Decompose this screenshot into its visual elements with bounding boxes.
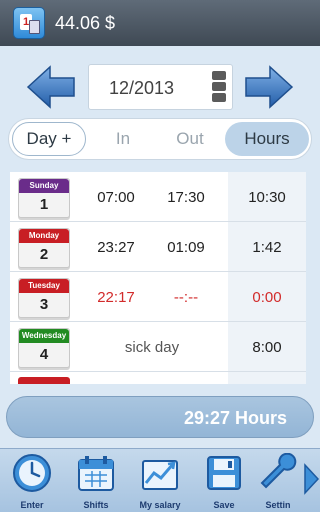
table-row[interactable]: Sunday 1 07:00 17:30 10:30 [10, 172, 306, 222]
settings-button[interactable]: Settin [256, 453, 300, 512]
hours-worked: 0:00 [252, 289, 282, 306]
day-name: Wednesday [19, 329, 69, 343]
day-name: Monday [19, 229, 69, 243]
day-number: 2 [39, 246, 49, 263]
day-badge: Wednesday 4 [18, 328, 70, 368]
tab-in[interactable]: In [89, 122, 157, 156]
app-icon: 1 [13, 7, 45, 39]
time-out: 01:09 [167, 239, 205, 256]
column-tabs: Day + In Out Hours [8, 118, 312, 160]
time-out: --:-- [173, 289, 199, 306]
enter-button[interactable]: Enter [2, 453, 62, 512]
shift-note: sick day [124, 339, 180, 356]
day-name: Tuesday [19, 279, 69, 293]
day-number: 4 [39, 346, 49, 363]
month-label: 12/2013 [109, 78, 175, 98]
total-hours-bar: 29:27 Hours [6, 396, 314, 438]
my-salary-label: My salary [139, 500, 181, 510]
time-out: 17:30 [167, 189, 205, 206]
wrench-icon [260, 453, 297, 489]
day-badge: Monday 2 [18, 228, 70, 268]
month-navigation: 12/2013 [0, 60, 320, 116]
table-row[interactable]: Wednesday 4 sick day 8:00 [10, 322, 306, 372]
scroll-right-arrow-icon[interactable] [302, 461, 320, 497]
clock-icon [13, 454, 51, 492]
my-salary-button[interactable]: My salary [130, 453, 190, 512]
day-name: Sunday [19, 179, 69, 193]
shifts-label: Shifts [83, 500, 109, 510]
floppy-icon [207, 456, 241, 490]
calendar-picker-icon[interactable] [212, 71, 226, 105]
title-bar: 1 44.06 $ [0, 0, 320, 46]
shifts-button[interactable]: Shifts [66, 453, 126, 512]
previous-month-arrow-icon[interactable] [26, 64, 76, 110]
next-month-arrow-icon[interactable] [244, 64, 294, 110]
time-in: 23:27 [97, 239, 135, 256]
tab-hours[interactable]: Hours [225, 122, 309, 156]
hours-worked: 8:00 [252, 339, 282, 356]
time-in: 07:00 [97, 189, 135, 206]
day-number: 1 [39, 196, 49, 213]
table-row[interactable]: Tuesday 3 22:17 --:-- 0:00 [10, 272, 306, 322]
save-label: Save [213, 500, 235, 510]
day-badge: Sunday 1 [18, 178, 70, 218]
settings-label: Settin [265, 500, 291, 510]
chart-icon [142, 460, 178, 490]
tab-out[interactable]: Out [149, 122, 231, 156]
shift-table: Sunday 1 07:00 17:30 10:30 Monday 2 23:2… [10, 172, 306, 384]
hours-worked: 1:42 [252, 239, 282, 256]
day-number: 3 [39, 296, 49, 313]
bottom-toolbar: Enter Shifts My salary Save Settin [0, 448, 320, 512]
month-display[interactable]: 12/2013 [88, 64, 233, 110]
table-row[interactable]: Monday 2 23:27 01:09 1:42 [10, 222, 306, 272]
tab-day-plus[interactable]: Day + [12, 122, 86, 156]
total-hours-text: 29:27 Hours [183, 408, 287, 428]
partial-day-badge [18, 377, 70, 384]
day-badge: Tuesday 3 [18, 278, 70, 318]
calendar-icon [78, 456, 114, 491]
enter-label: Enter [20, 500, 44, 510]
time-in: 22:17 [97, 289, 135, 306]
hours-worked: 10:30 [248, 189, 286, 206]
app-title: 44.06 $ [55, 12, 116, 33]
save-button[interactable]: Save [194, 453, 254, 512]
